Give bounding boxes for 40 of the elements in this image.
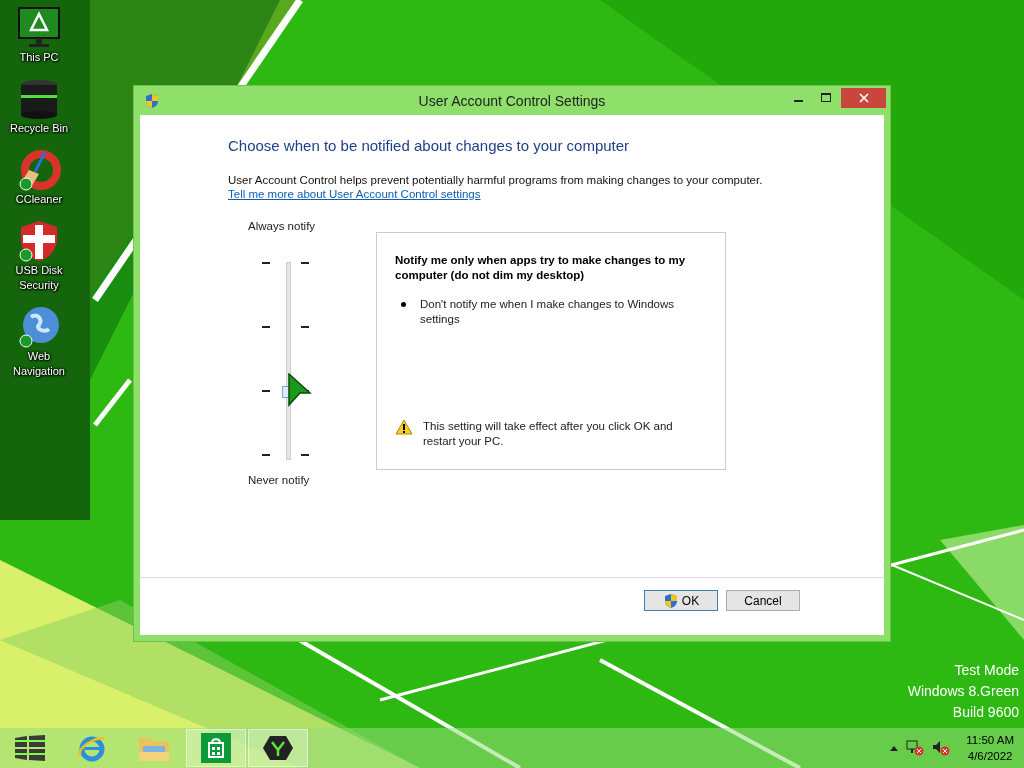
window-title: User Account Control Settings — [417, 92, 607, 109]
globe-icon — [17, 305, 61, 349]
minimize-icon — [793, 100, 803, 102]
desktop-info-text: Test Mode — [954, 662, 1019, 679]
taskbar-button[interactable] — [248, 729, 308, 767]
slider-bottom-label: Never notify — [248, 474, 310, 486]
clock-time[interactable]: 11:50 AM — [966, 732, 1014, 748]
desktop-icon-label[interactable]: Recycle Bin — [9, 121, 69, 136]
heading: Choose when to be notified about changes to your computer — [228, 137, 631, 154]
shield-icon — [662, 592, 679, 609]
warning-text: This setting will take effect after you click OK and restart your PC. — [423, 419, 674, 449]
desktop-icon-label[interactable]: CCleaner — [15, 192, 63, 207]
windows-logo-icon — [15, 735, 45, 761]
cancel-button[interactable]: Cancel — [726, 590, 800, 611]
help-link[interactable]: Tell me more about User Account Control settings — [228, 188, 481, 200]
desktop-icon-label[interactable]: This PC — [19, 50, 59, 65]
cleaner-icon — [17, 148, 61, 192]
network-error-icon[interactable] — [906, 740, 925, 756]
slider-top-label: Always notify — [248, 220, 316, 232]
level-title: Notify me only when apps try to make changes to my computer (do not dim my desktop) — [395, 253, 687, 283]
ok-button[interactable]: OK — [644, 590, 718, 611]
speaker-muted-icon[interactable] — [932, 740, 951, 756]
monitor-icon — [17, 6, 61, 50]
desktop-icon-label[interactable]: USB Disk Security — [6, 263, 72, 293]
cursor-icon — [288, 372, 312, 407]
warning-icon — [395, 419, 413, 435]
store-icon — [201, 733, 231, 763]
description-text: User Account Control helps prevent potentially harmful programs from making changes to your computer. — [228, 174, 764, 186]
bullet-text: Don't notify me when I make changes to Windows settings — [420, 297, 676, 327]
bullet-icon — [401, 302, 406, 307]
browser-icon — [77, 734, 107, 762]
chevron-up-icon[interactable] — [890, 745, 899, 751]
hexagon-app-icon — [262, 734, 294, 762]
desktop-info-text: Windows 8.Green — [907, 683, 1019, 700]
desktop-info-text: Build 9600 — [952, 704, 1019, 721]
close-icon — [858, 92, 869, 103]
maximize-icon — [821, 93, 831, 102]
clock-date[interactable]: 4/6/2022 — [967, 748, 1013, 764]
desktop-icon-label[interactable]: Web Navigation — [6, 349, 72, 379]
shield-icon — [144, 92, 160, 109]
